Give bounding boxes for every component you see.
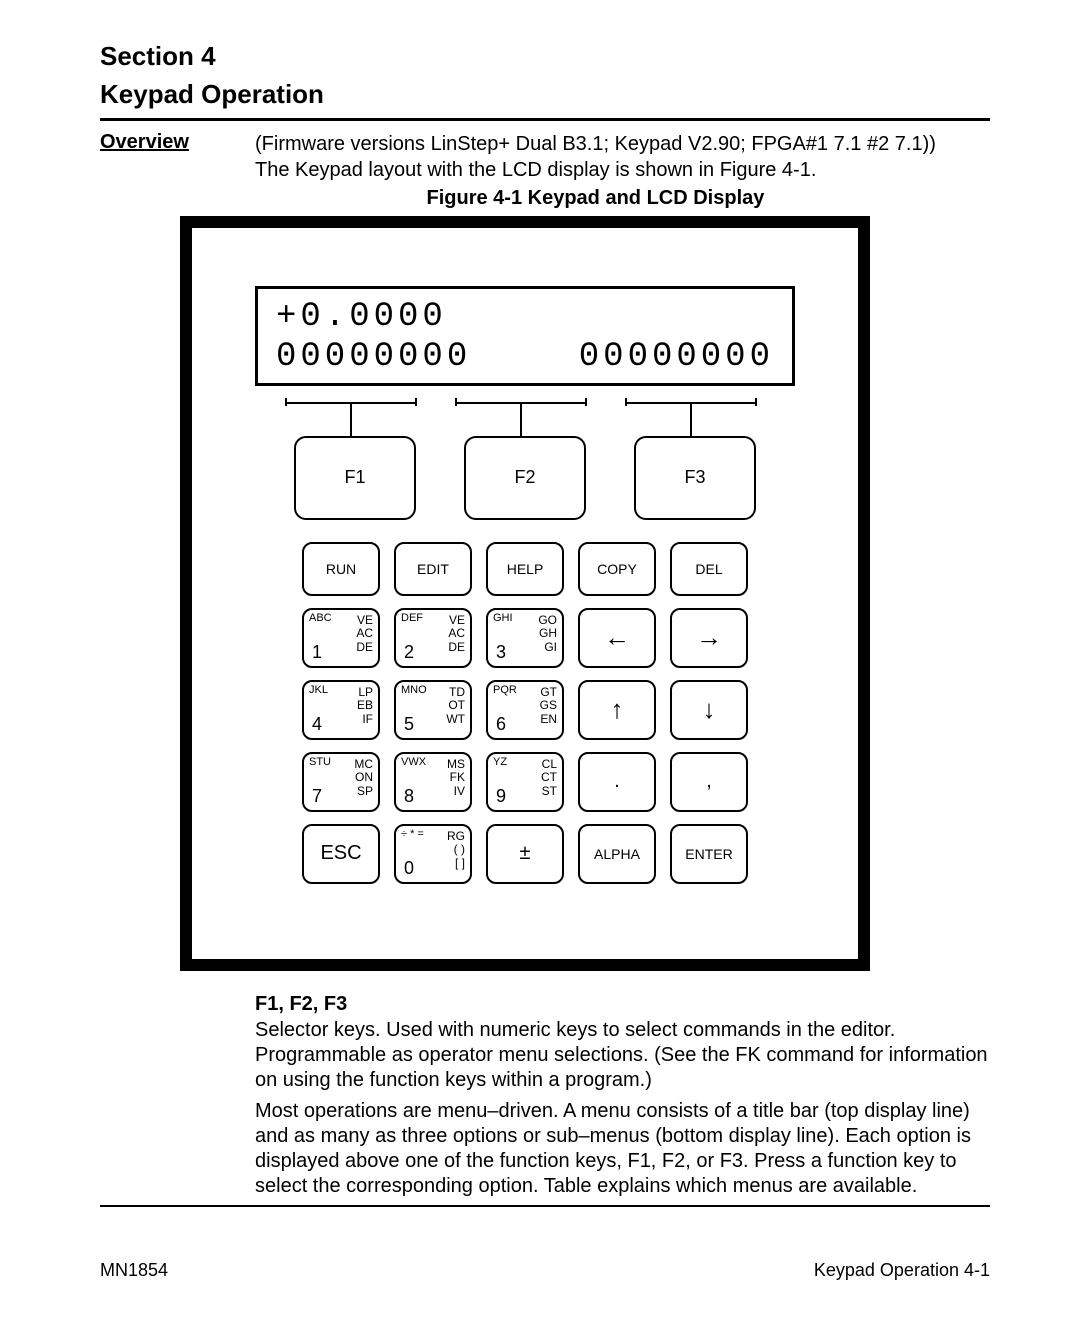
key-up[interactable]: ↑: [578, 680, 656, 740]
section-title-1: Section 4: [100, 40, 990, 74]
desc-heading: F1, F2, F3: [255, 993, 990, 1016]
key-9[interactable]: YZ9CLCTST: [486, 752, 564, 812]
key-esc[interactable]: ESC: [302, 824, 380, 884]
overview-label: Overview: [100, 131, 255, 154]
lcd-line1: +0.0000: [276, 297, 774, 338]
key-plusminus[interactable]: ±: [486, 824, 564, 884]
arrow-right-icon: →: [696, 622, 722, 653]
section-title-2: Keypad Operation: [100, 78, 990, 112]
key-3[interactable]: GHI3GOGHGI: [486, 608, 564, 668]
key-7[interactable]: STU7MCONSP: [302, 752, 380, 812]
desc-paragraph-1: Selector keys. Used with numeric keys to…: [255, 1018, 990, 1093]
key-dot[interactable]: .: [578, 752, 656, 812]
key-f2[interactable]: F2: [464, 436, 586, 520]
key-edit[interactable]: EDIT: [394, 542, 472, 596]
key-5[interactable]: MNO5TDOTWT: [394, 680, 472, 740]
overview-line1: (Firmware versions LinStep+ Dual B3.1; K…: [255, 131, 936, 157]
bracket-lines: [255, 394, 795, 434]
key-help[interactable]: HELP: [486, 542, 564, 596]
lcd-display: +0.0000 00000000 00000000: [255, 286, 795, 386]
key-8[interactable]: VWX8MSFKIV: [394, 752, 472, 812]
overview-line2: The Keypad layout with the LCD display i…: [255, 157, 936, 183]
key-left[interactable]: ←: [578, 608, 656, 668]
divider-top: [100, 118, 990, 121]
arrow-up-icon: ↑: [611, 694, 624, 725]
key-2[interactable]: DEF2VEACDE: [394, 608, 472, 668]
key-del[interactable]: DEL: [670, 542, 748, 596]
lcd-line2b: 00000000: [579, 337, 774, 378]
key-alpha[interactable]: ALPHA: [578, 824, 656, 884]
key-f1[interactable]: F1: [294, 436, 416, 520]
key-enter[interactable]: ENTER: [670, 824, 748, 884]
key-comma[interactable]: ,: [670, 752, 748, 812]
key-run[interactable]: RUN: [302, 542, 380, 596]
footer-left: MN1854: [100, 1260, 168, 1281]
figure-caption: Figure 4-1 Keypad and LCD Display: [255, 187, 936, 210]
lcd-line2a: 00000000: [276, 337, 471, 378]
arrow-down-icon: ↓: [703, 694, 716, 725]
key-right[interactable]: →: [670, 608, 748, 668]
keypad-figure: +0.0000 00000000 00000000 F1 F2 F3 RUN E…: [180, 216, 870, 971]
arrow-left-icon: ←: [604, 622, 630, 653]
key-1[interactable]: ABC1VEACDE: [302, 608, 380, 668]
key-4[interactable]: JKL4LPEBIF: [302, 680, 380, 740]
key-down[interactable]: ↓: [670, 680, 748, 740]
key-0[interactable]: ÷ * =0RG( )[ ]: [394, 824, 472, 884]
divider-bottom: [100, 1205, 990, 1207]
key-f3[interactable]: F3: [634, 436, 756, 520]
key-copy[interactable]: COPY: [578, 542, 656, 596]
key-6[interactable]: PQR6GTGSEN: [486, 680, 564, 740]
footer-right: Keypad Operation 4-1: [814, 1260, 990, 1281]
desc-paragraph-2: Most operations are menu–driven. A menu …: [255, 1099, 990, 1199]
